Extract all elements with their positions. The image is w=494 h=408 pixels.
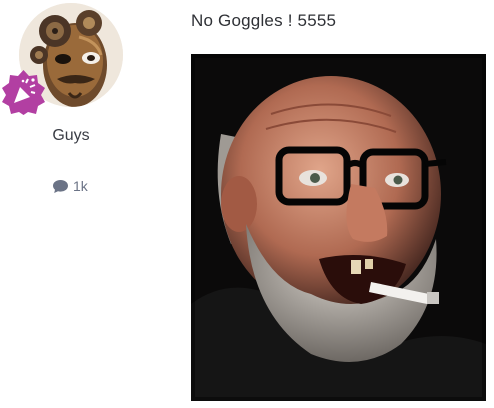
post-image[interactable] [191,54,486,401]
party-popper-icon [0,69,47,116]
comment-count-value: 1k [73,178,88,194]
speech-bubble-icon [52,179,69,194]
old-man-with-glasses-photo-icon [191,54,486,401]
author-panel: Guys 1k [0,0,142,408]
post-title[interactable]: No Goggles ! 5555 [191,11,336,31]
author-name[interactable]: Guys [0,127,142,145]
comment-count[interactable]: 1k [52,176,88,196]
post-card: Guys 1k No Goggles ! 5555 [0,0,494,408]
